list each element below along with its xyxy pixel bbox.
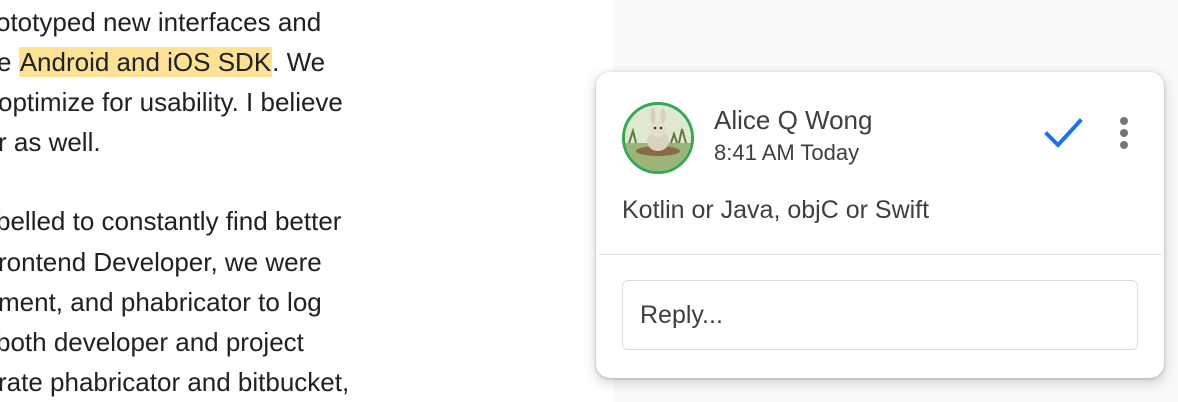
document-page: ototyped new interfaces and e Android an… — [0, 0, 614, 402]
avatar[interactable] — [622, 102, 694, 174]
comment-card[interactable]: Alice Q Wong 8:41 AM Today Kotlin or Jav… — [596, 72, 1164, 378]
reply-input[interactable] — [622, 280, 1138, 350]
document-line: rontend Developer, we were — [0, 247, 322, 277]
document-line: ototyped new interfaces and — [0, 7, 322, 37]
document-line: both developer and project — [0, 327, 304, 357]
document-line: optimize for usability. I believe — [0, 87, 343, 117]
highlighted-text[interactable]: Android and iOS SDK — [18, 47, 273, 77]
more-options-button[interactable] — [1106, 112, 1142, 156]
document-line: ment, and phabricator to log — [0, 287, 322, 317]
comment-author: Alice Q Wong — [714, 105, 873, 135]
document-line: belled to constantly find better — [0, 206, 342, 236]
comment-timestamp: 8:41 AM Today — [714, 140, 860, 165]
document-line: r as well. — [0, 127, 101, 157]
document-line: e Android and iOS SDK. We — [0, 47, 326, 77]
resolve-button[interactable] — [1040, 112, 1088, 154]
more-vert-icon — [1120, 117, 1128, 149]
rabbit-avatar-image — [625, 105, 691, 171]
checkmark-icon — [1044, 118, 1083, 148]
divider — [599, 254, 1162, 255]
document-line: rate phabricator and bitbucket, — [0, 367, 350, 397]
comment-body: Kotlin or Java, objC or Swift — [622, 196, 930, 224]
